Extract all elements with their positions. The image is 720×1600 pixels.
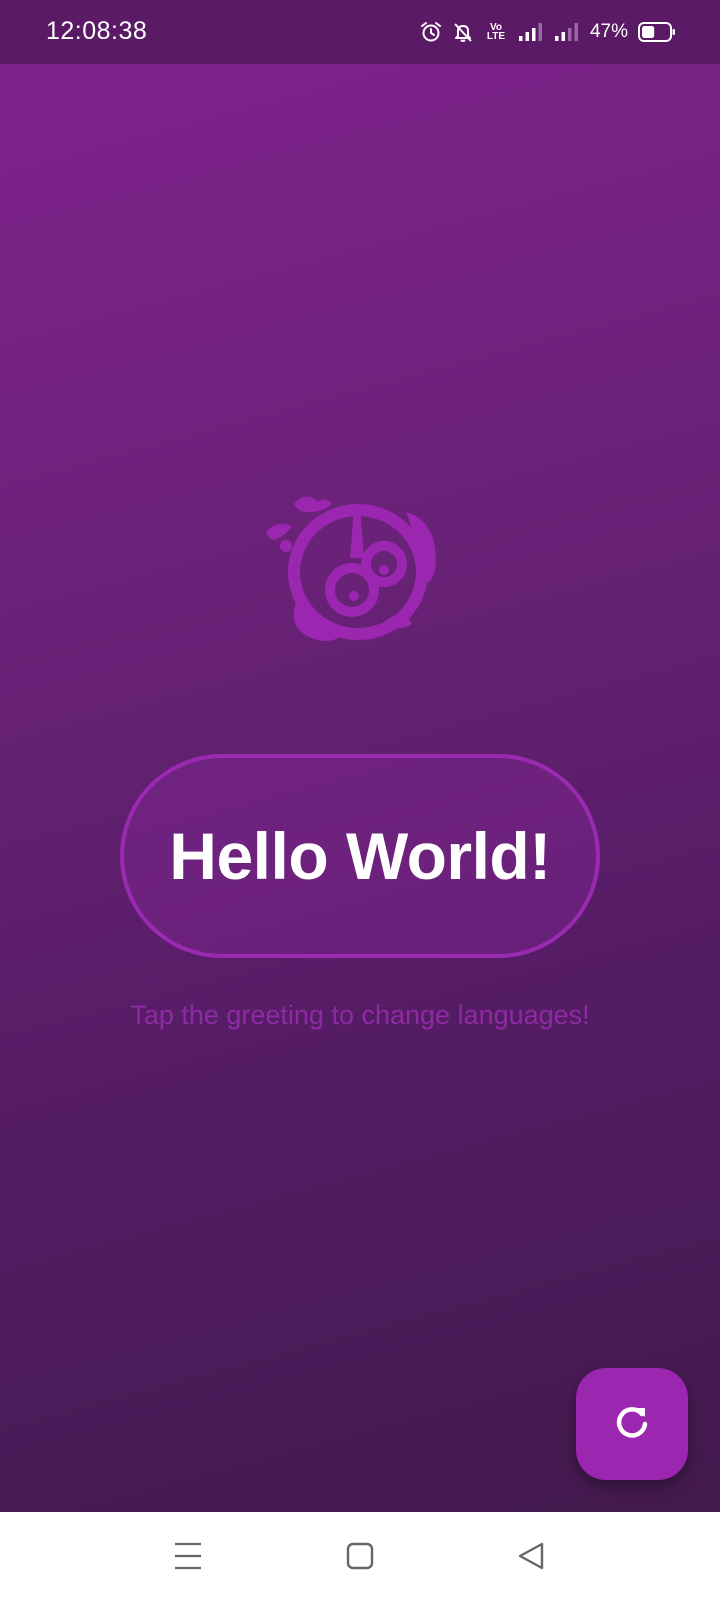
back-button[interactable] <box>510 1534 554 1578</box>
menu-icon <box>166 1542 210 1582</box>
status-bar: 12:08:38 Vo LTE 47% <box>0 0 720 64</box>
battery-icon <box>638 21 676 43</box>
hint-text: Tap the greeting to change languages! <box>130 1000 590 1030</box>
signal-icon <box>518 21 544 43</box>
flutter-bird-logo <box>266 492 446 660</box>
volte-icon: Vo LTE <box>484 23 508 42</box>
battery-percent: 47% <box>589 21 628 42</box>
navigation-bar <box>0 1512 720 1600</box>
home-icon <box>338 1542 382 1582</box>
refresh-button[interactable] <box>576 1368 688 1480</box>
app-screen: 12:08:38 Vo LTE 47% Hello World! Tap the… <box>0 0 720 1600</box>
bell-off-icon <box>452 21 474 43</box>
status-icons: Vo LTE 47% <box>420 18 676 46</box>
volte-line2: LTE <box>486 31 506 42</box>
home-button[interactable] <box>338 1534 382 1578</box>
back-icon <box>510 1542 554 1582</box>
status-time: 12:08:38 <box>46 17 148 45</box>
greeting-text: Hello World! <box>169 819 551 893</box>
refresh-icon <box>612 1402 652 1447</box>
alarm-icon <box>420 21 442 43</box>
menu-button[interactable] <box>166 1534 210 1578</box>
greeting-button[interactable]: Hello World! <box>120 754 600 958</box>
signal-icon <box>554 21 580 43</box>
